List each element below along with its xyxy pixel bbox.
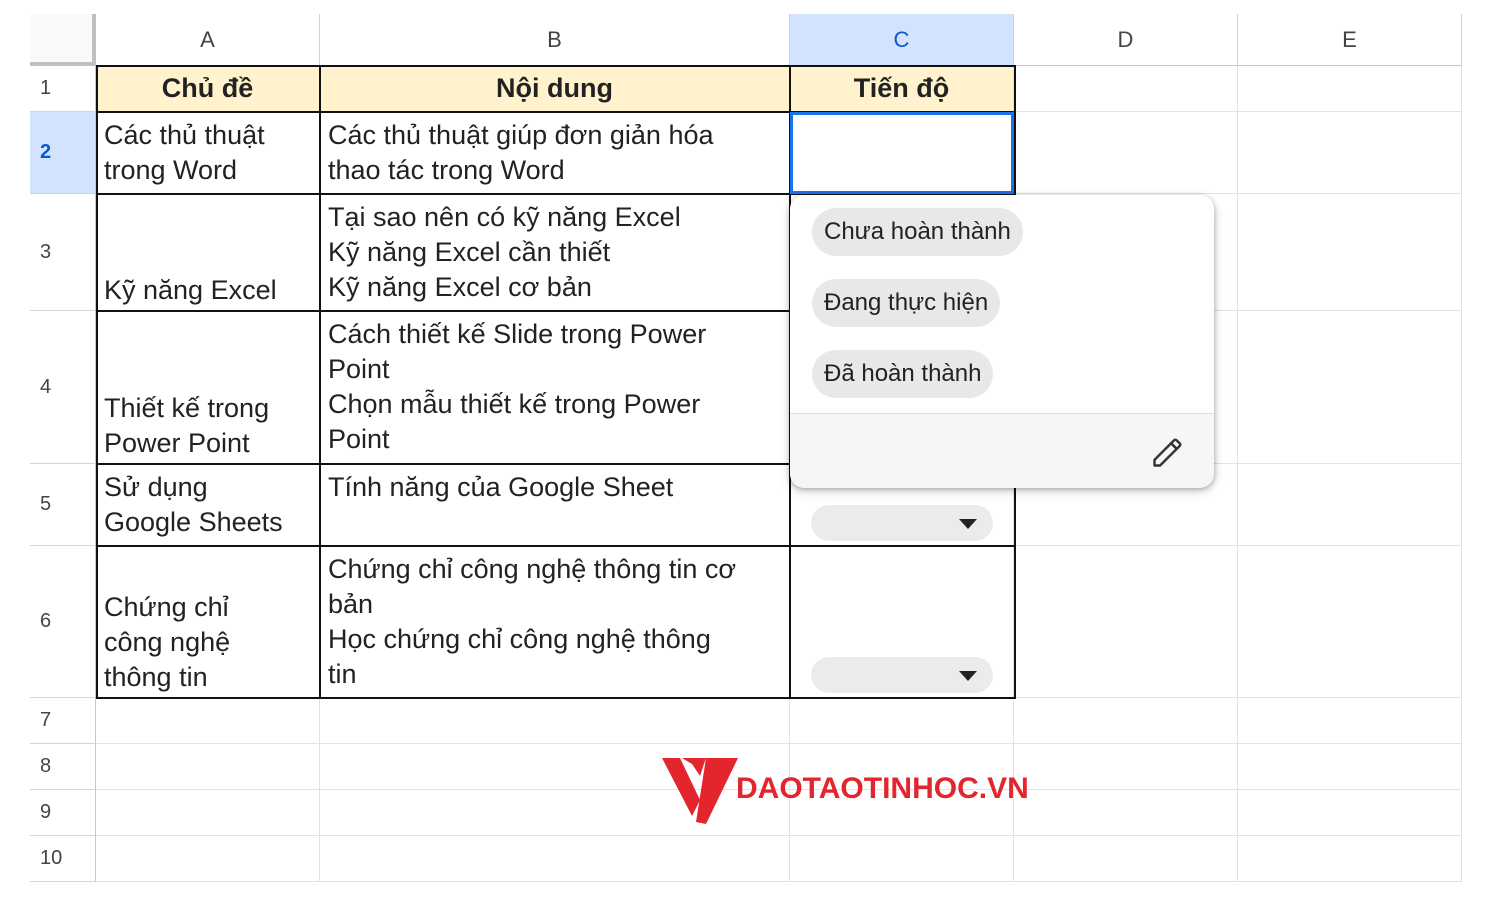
option-label: Chưa hoàn thành bbox=[824, 218, 1011, 245]
table-line bbox=[319, 65, 321, 699]
row-header-1[interactable]: 1 bbox=[30, 66, 96, 112]
row-header-3[interactable]: 3 bbox=[30, 194, 96, 311]
cell-b6-line: bản bbox=[328, 589, 374, 619]
cell-b10[interactable] bbox=[320, 836, 790, 882]
row-header-7[interactable]: 7 bbox=[30, 698, 96, 744]
option-completed[interactable]: Đã hoàn thành bbox=[812, 350, 994, 398]
cell-b4[interactable]: Cách thiết kế Slide trong Power Point Ch… bbox=[320, 311, 790, 464]
logo-mark-icon bbox=[662, 758, 738, 824]
watermark-logo: DAOTAOTINHOC.VN bbox=[662, 756, 1082, 826]
cell-b4-line: Point bbox=[328, 424, 390, 454]
column-header-d[interactable]: D bbox=[1014, 14, 1238, 66]
cell-b3[interactable]: Tại sao nên có kỹ năng Excel Kỹ năng Exc… bbox=[320, 194, 790, 311]
row-header-5[interactable]: 5 bbox=[30, 464, 96, 546]
header-cell-content[interactable]: Nội dung bbox=[320, 66, 790, 112]
table-line bbox=[96, 545, 1016, 547]
cell-b6[interactable]: Chứng chỉ công nghệ thông tin cơ bản Học… bbox=[320, 546, 790, 698]
active-cell-selection bbox=[790, 112, 1014, 194]
dropdown-chip-c6[interactable] bbox=[811, 657, 993, 693]
cell-d10[interactable] bbox=[1014, 836, 1238, 882]
cell-b7[interactable] bbox=[320, 698, 790, 744]
cell-b4-line: Cách thiết kế Slide trong Power bbox=[328, 319, 707, 349]
cell-a5-line: Google Sheets bbox=[104, 507, 283, 537]
dropdown-chip-c5[interactable] bbox=[811, 505, 993, 541]
cell-d7[interactable] bbox=[1014, 698, 1238, 744]
cell-b6-line: Học chứng chỉ công nghệ thông bbox=[328, 624, 711, 654]
cell-e6[interactable] bbox=[1238, 546, 1462, 698]
cell-b5[interactable]: Tính năng của Google Sheet bbox=[320, 464, 790, 546]
cell-a6[interactable]: Chứng chỉ công nghệ thông tin bbox=[96, 546, 320, 698]
row-header-10[interactable]: 10 bbox=[30, 836, 96, 882]
row-header-4[interactable]: 4 bbox=[30, 311, 96, 464]
cell-a5[interactable]: Sử dụng Google Sheets bbox=[96, 464, 320, 546]
cell-e4[interactable] bbox=[1238, 311, 1462, 464]
header-cell-progress[interactable]: Tiến độ bbox=[790, 66, 1014, 112]
option-label: Đang thực hiện bbox=[824, 289, 989, 316]
cell-e8[interactable] bbox=[1238, 744, 1462, 790]
cell-b2-line: thao tác trong Word bbox=[328, 155, 565, 185]
cell-a3[interactable]: Kỹ năng Excel bbox=[96, 194, 320, 311]
cell-b2[interactable]: Các thủ thuật giúp đơn giản hóa thao tác… bbox=[320, 112, 790, 194]
row-header-8[interactable]: 8 bbox=[30, 744, 96, 790]
header-content-label: Nội dung bbox=[496, 73, 613, 103]
column-header-c[interactable]: C bbox=[790, 14, 1014, 66]
cell-a6-line: thông tin bbox=[104, 662, 208, 692]
cell-e1[interactable] bbox=[1238, 66, 1462, 112]
option-not-completed[interactable]: Chưa hoàn thành bbox=[812, 208, 1023, 256]
row-header-6[interactable]: 6 bbox=[30, 546, 96, 698]
cell-a2[interactable]: Các thủ thuật trong Word bbox=[96, 112, 320, 194]
cell-b4-line: Chọn mẫu thiết kế trong Power bbox=[328, 389, 701, 419]
cell-b3-line: Kỹ năng Excel cơ bản bbox=[328, 272, 592, 302]
header-cell-topic[interactable]: Chủ đề bbox=[96, 66, 320, 112]
cell-b5-line: Tính năng của Google Sheet bbox=[328, 472, 674, 502]
triangle-down-icon bbox=[959, 671, 977, 681]
cell-a6-line: Chứng chỉ bbox=[104, 592, 229, 622]
column-header-a[interactable]: A bbox=[96, 14, 320, 66]
row-header-2[interactable]: 2 bbox=[30, 112, 96, 194]
cell-a4[interactable]: Thiết kế trong Power Point bbox=[96, 311, 320, 464]
cell-c10[interactable] bbox=[790, 836, 1014, 882]
cell-a3-line: Kỹ năng Excel bbox=[104, 275, 277, 305]
cell-a10[interactable] bbox=[96, 836, 320, 882]
option-in-progress[interactable]: Đang thực hiện bbox=[812, 279, 1001, 327]
cell-e2[interactable] bbox=[1238, 112, 1462, 194]
option-label: Đã hoàn thành bbox=[824, 360, 982, 387]
dropdown-options-popup: Chưa hoàn thành Đang thực hiện Đã hoàn t… bbox=[790, 195, 1214, 488]
select-all-corner[interactable] bbox=[30, 14, 96, 66]
column-header-e[interactable]: E bbox=[1238, 14, 1462, 66]
row-header-9[interactable]: 9 bbox=[30, 790, 96, 836]
cell-b6-line: Chứng chỉ công nghệ thông tin cơ bbox=[328, 554, 737, 584]
cell-a8[interactable] bbox=[96, 744, 320, 790]
cell-b4-line: Point bbox=[328, 354, 390, 384]
cell-b3-line: Tại sao nên có kỹ năng Excel bbox=[328, 202, 681, 232]
cell-a5-line: Sử dụng bbox=[104, 472, 208, 502]
cell-a2-line: trong Word bbox=[104, 155, 238, 185]
cell-a2-line: Các thủ thuật bbox=[104, 120, 265, 150]
cell-b6-line: tin bbox=[328, 659, 357, 689]
header-progress-label: Tiến độ bbox=[853, 73, 950, 103]
cell-a6-line: công nghệ bbox=[104, 627, 231, 657]
watermark-text: DAOTAOTINHOC.VN bbox=[736, 772, 1029, 805]
cell-a4-line: Thiết kế trong bbox=[104, 393, 270, 423]
cell-a4-line: Power Point bbox=[104, 428, 250, 458]
cell-b2-line: Các thủ thuật giúp đơn giản hóa bbox=[328, 120, 714, 150]
column-header-b[interactable]: B bbox=[320, 14, 790, 66]
cell-e7[interactable] bbox=[1238, 698, 1462, 744]
pencil-icon[interactable] bbox=[1150, 434, 1186, 470]
cell-b3-line: Kỹ năng Excel cần thiết bbox=[328, 237, 611, 267]
cell-e5[interactable] bbox=[1238, 464, 1462, 546]
cell-d6[interactable] bbox=[1014, 546, 1238, 698]
cell-d2[interactable] bbox=[1014, 112, 1238, 194]
cell-a9[interactable] bbox=[96, 790, 320, 836]
cell-d1[interactable] bbox=[1014, 66, 1238, 112]
triangle-down-icon bbox=[959, 519, 977, 529]
cell-c7[interactable] bbox=[790, 698, 1014, 744]
cell-e9[interactable] bbox=[1238, 790, 1462, 836]
cell-e3[interactable] bbox=[1238, 194, 1462, 311]
cell-a7[interactable] bbox=[96, 698, 320, 744]
spreadsheet-grid: A B C D E 1 2 3 4 5 6 7 8 9 10 Chủ đề Nộ… bbox=[0, 0, 1500, 900]
cell-e10[interactable] bbox=[1238, 836, 1462, 882]
popup-footer bbox=[790, 413, 1214, 488]
header-topic-label: Chủ đề bbox=[161, 73, 254, 103]
